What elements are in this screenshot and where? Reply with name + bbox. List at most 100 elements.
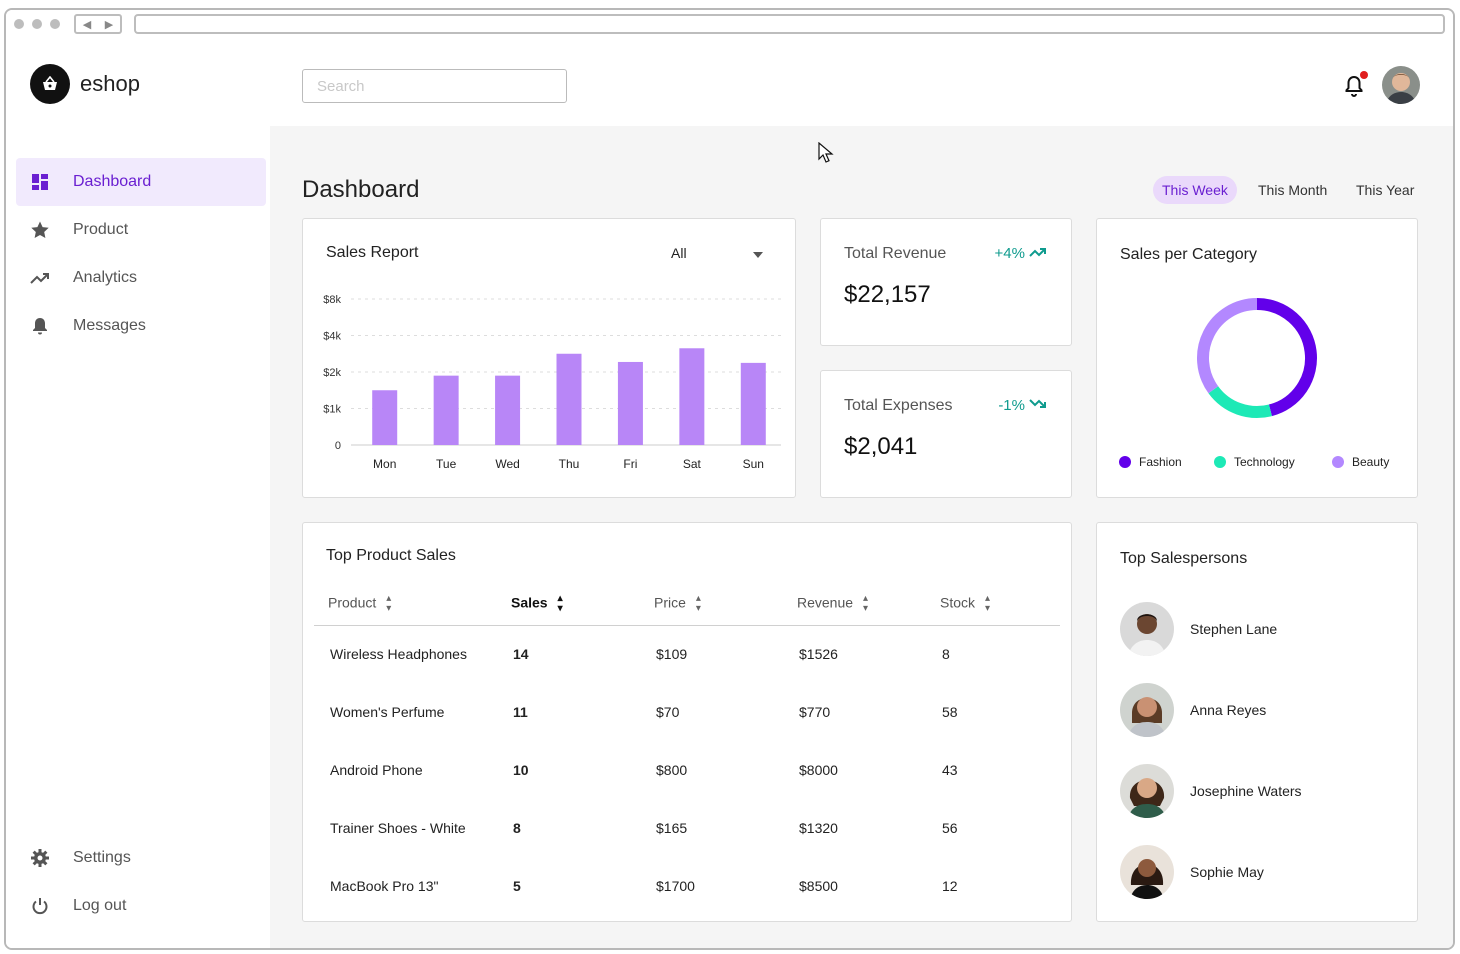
avatar xyxy=(1120,683,1174,737)
search-input[interactable] xyxy=(302,69,567,103)
donut-slice-technology xyxy=(1208,386,1272,418)
sidebar-item-dashboard[interactable]: Dashboard xyxy=(16,158,266,206)
sidebar-item-settings[interactable]: Settings xyxy=(16,834,266,882)
sidebar-item-messages[interactable]: Messages xyxy=(16,302,266,350)
salesperson-item[interactable]: Josephine Waters xyxy=(1120,764,1302,818)
salesperson-name: Anna Reyes xyxy=(1190,702,1267,718)
table-row[interactable]: Android Phone 10 $800 $8000 43 xyxy=(314,741,1060,799)
range-this-week[interactable]: This Week xyxy=(1153,176,1237,204)
forward-arrow-icon[interactable]: ▶ xyxy=(105,18,113,31)
table-row[interactable]: MacBook Pro 13" 5 $1700 $8500 12 xyxy=(314,857,1060,915)
x-tick-label: Sat xyxy=(683,457,702,471)
table-row[interactable]: Women's Perfume 11 $70 $770 58 xyxy=(314,683,1060,741)
main-content: Dashboard This Week This Month This Year… xyxy=(270,126,1453,948)
sort-icon: ▴ ▾ xyxy=(557,592,563,614)
sales-filter-select[interactable]: All xyxy=(671,243,763,263)
bar-mon xyxy=(372,390,398,445)
trending-down-icon xyxy=(1029,397,1047,414)
bar-sun xyxy=(740,362,766,445)
total-expenses-card: Total Expenses -1% $2,041 xyxy=(820,370,1072,498)
top-salespersons-card: Top Salespersons Stephen Lane Anna Reyes… xyxy=(1096,522,1418,922)
sidebar-item-label: Log out xyxy=(73,897,127,914)
legend-item-fashion: Fashion xyxy=(1119,455,1182,469)
logo[interactable]: eshop xyxy=(30,64,140,104)
range-this-month[interactable]: This Month xyxy=(1249,176,1336,204)
column-header-stock[interactable]: Stock ▴ ▾ xyxy=(926,583,1060,626)
stock-cell: 43 xyxy=(942,762,958,778)
header-label: Stock xyxy=(940,594,976,611)
price-cell: $70 xyxy=(656,704,680,720)
address-bar[interactable] xyxy=(134,14,1445,34)
change-value: -1% xyxy=(998,397,1025,414)
range-this-year[interactable]: This Year xyxy=(1347,176,1423,204)
donut-slice-fashion xyxy=(1256,298,1317,417)
sales-bar-chart: 0 $1k $2k $4k $8k Mon Tue Wed Thu Fri Sat Sun xyxy=(323,294,781,471)
price-cell: $800 xyxy=(656,762,688,778)
x-tick-label: Fri xyxy=(623,457,637,471)
sidebar-item-label: Settings xyxy=(73,849,131,866)
window-minimize-dot[interactable] xyxy=(32,19,42,29)
revenue-cell: $8500 xyxy=(799,878,838,894)
salesperson-item[interactable]: Sophie May xyxy=(1120,845,1264,899)
stock-cell: 56 xyxy=(942,820,958,836)
product-name-cell: MacBook Pro 13" xyxy=(330,878,439,894)
legend-label: Technology xyxy=(1234,455,1295,469)
avatar xyxy=(1120,845,1174,899)
column-header-revenue[interactable]: Revenue ▴ ▾ xyxy=(783,583,926,626)
avatar xyxy=(1120,764,1174,818)
legend-item-technology: Technology xyxy=(1214,455,1295,469)
table-row[interactable]: Wireless Headphones 14 $109 $1526 8 xyxy=(314,625,1060,683)
bar-fri xyxy=(617,361,643,445)
y-tick-label: $8k xyxy=(323,294,341,306)
stock-cell: 8 xyxy=(942,646,950,663)
y-tick-label: $2k xyxy=(323,367,341,379)
user-avatar[interactable] xyxy=(1382,66,1420,104)
gear-icon xyxy=(30,848,50,868)
back-arrow-icon[interactable]: ◀ xyxy=(83,18,91,31)
salesperson-item[interactable]: Stephen Lane xyxy=(1120,602,1277,656)
header-label: Sales xyxy=(511,594,548,611)
legend-swatch xyxy=(1119,456,1131,468)
y-tick-label: $4k xyxy=(323,331,341,343)
column-header-sales[interactable]: Sales ▴ ▾ xyxy=(497,583,640,626)
salesperson-name: Stephen Lane xyxy=(1190,621,1278,637)
table-row[interactable]: Trainer Shoes - White 8 $165 $1320 56 xyxy=(314,799,1060,857)
legend-swatch xyxy=(1332,456,1344,468)
stat-value: $2,041 xyxy=(844,433,918,460)
trending-up-icon xyxy=(30,271,50,285)
card-title: Sales per Category xyxy=(1120,246,1257,263)
stat-change: +4% xyxy=(995,245,1047,262)
table-header-row: Product ▴ ▾ Sales ▴ ▾ Price ▴ ▾ Revenue ▴ ▾ Stoc… xyxy=(314,583,1060,626)
sales-cell: 8 xyxy=(513,820,521,836)
app-name: eshop xyxy=(80,71,140,96)
window-close-dot[interactable] xyxy=(14,19,24,29)
change-value: +4% xyxy=(994,245,1025,262)
sales-cell: 14 xyxy=(513,646,529,663)
sort-icon: ▴ ▾ xyxy=(985,592,991,614)
product-name-cell: Android Phone xyxy=(330,762,423,778)
stat-change: -1% xyxy=(998,397,1047,414)
header-label: Price xyxy=(654,594,686,611)
window-maximize-dot[interactable] xyxy=(50,19,60,29)
sort-icon: ▴ ▾ xyxy=(863,592,869,614)
sidebar-item-label: Analytics xyxy=(73,269,138,286)
product-name-cell: Trainer Shoes - White xyxy=(330,820,466,836)
x-tick-label: Wed xyxy=(495,457,519,471)
sidebar-item-label: Dashboard xyxy=(73,173,152,190)
sidebar-item-logout[interactable]: Log out xyxy=(16,882,266,930)
sidebar-item-product[interactable]: Product xyxy=(16,206,266,254)
card-title: Top Salespersons xyxy=(1120,550,1248,567)
sidebar-item-analytics[interactable]: Analytics xyxy=(16,254,266,302)
bar-tue xyxy=(433,375,459,445)
column-header-price[interactable]: Price ▴ ▾ xyxy=(640,583,783,626)
browser-window: ◀ ▶ eshop Dashboard Product Analytics Me… xyxy=(4,8,1455,950)
salesperson-item[interactable]: Anna Reyes xyxy=(1120,683,1266,737)
column-header-product[interactable]: Product ▴ ▾ xyxy=(314,583,497,626)
price-cell: $1700 xyxy=(656,878,695,894)
stat-value: $22,157 xyxy=(844,281,931,308)
sales-cell: 11 xyxy=(513,704,528,720)
legend-label: Beauty xyxy=(1352,455,1390,469)
card-title: Top Product Sales xyxy=(326,547,456,564)
dashboard-icon xyxy=(30,173,50,191)
y-tick-label: $1k xyxy=(323,404,341,416)
